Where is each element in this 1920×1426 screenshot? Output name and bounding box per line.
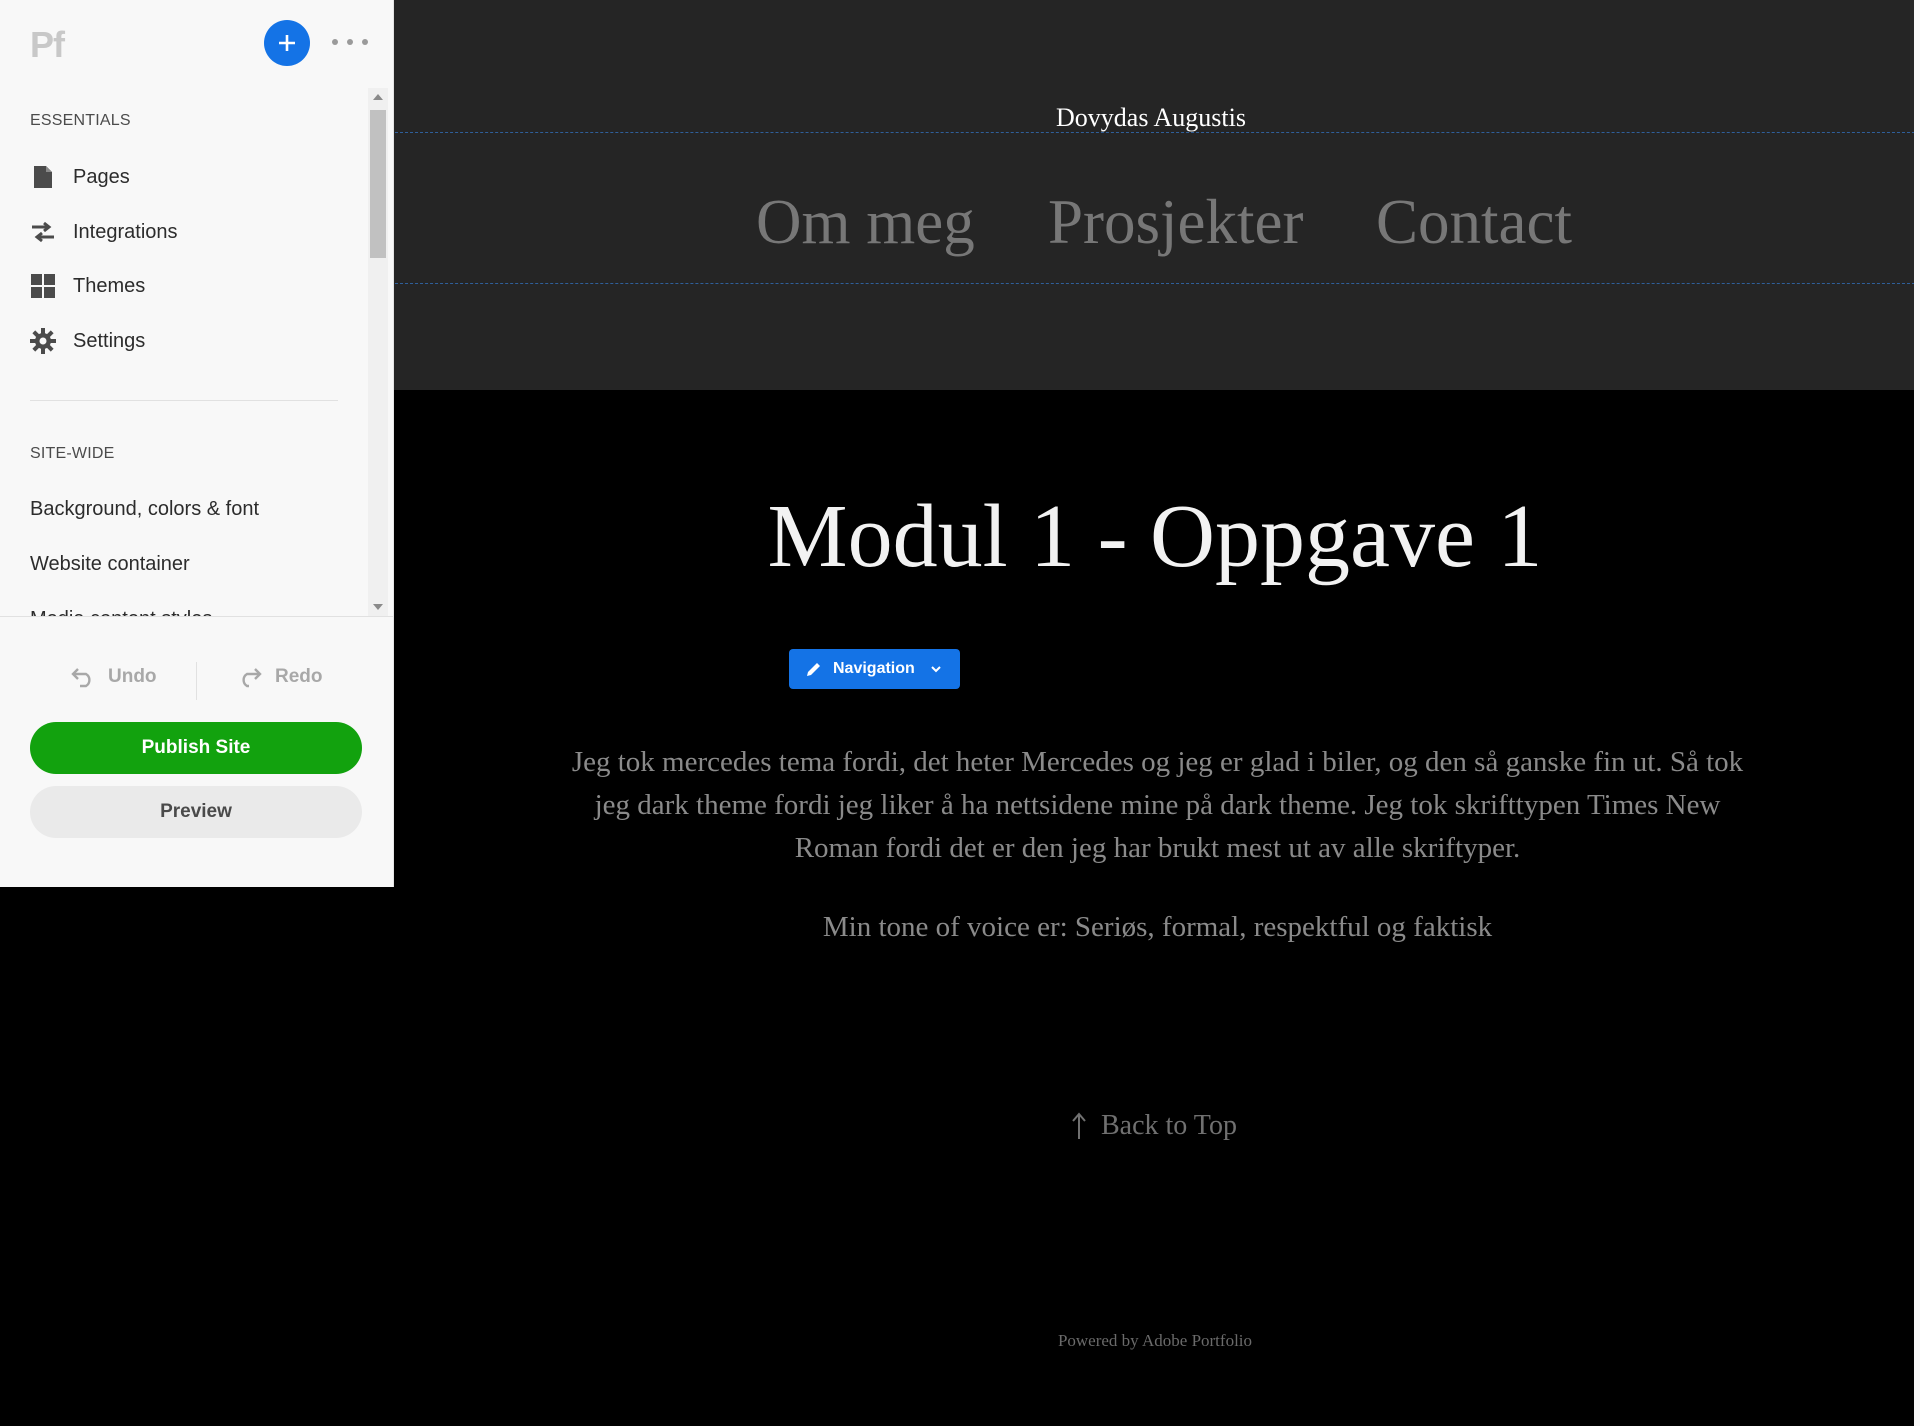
menu-item-label: Themes bbox=[73, 274, 146, 297]
nav-link-om-meg[interactable]: Om meg bbox=[756, 186, 975, 259]
menu-item-settings[interactable]: Settings bbox=[30, 321, 145, 361]
powered-by-footer[interactable]: Powered by Adobe Portfolio bbox=[0, 1331, 1920, 1351]
menu-item-integrations[interactable]: Integrations bbox=[30, 212, 178, 252]
nav-link-contact[interactable]: Contact bbox=[1376, 186, 1572, 259]
dot-icon bbox=[332, 39, 338, 45]
scroll-down-icon[interactable] bbox=[373, 604, 383, 610]
portfolio-logo: Pf bbox=[30, 24, 65, 65]
site-title[interactable]: Dovydas Augustis bbox=[1056, 103, 1246, 133]
menu-item-themes[interactable]: Themes bbox=[30, 266, 145, 306]
menu-item-website-container[interactable]: Website container bbox=[30, 553, 190, 576]
scrollbar-thumb[interactable] bbox=[370, 110, 386, 258]
redo-label: Redo bbox=[275, 666, 323, 687]
editor-scrollbar[interactable] bbox=[368, 88, 388, 616]
menu-item-pages[interactable]: Pages bbox=[30, 157, 130, 197]
undo-label: Undo bbox=[108, 666, 157, 687]
menu-item-media-content-styles[interactable]: Media content styles bbox=[30, 608, 212, 616]
window-edge bbox=[1914, 0, 1920, 1426]
editor-scroll-area[interactable]: ESSENTIALS Pages Integrations Themes Set… bbox=[0, 84, 394, 616]
menu-item-label: Pages bbox=[73, 165, 130, 188]
tone-paragraph: Min tone of voice er: Seriøs, formal, re… bbox=[822, 911, 1493, 943]
publish-site-button[interactable]: Publish Site bbox=[30, 722, 362, 774]
undo-redo-separator bbox=[196, 662, 197, 700]
menu-item-label: Integrations bbox=[73, 220, 178, 243]
navigation-edit-button[interactable]: Navigation bbox=[789, 649, 960, 689]
nav-link-prosjekter[interactable]: Prosjekter bbox=[1048, 186, 1303, 259]
scroll-up-icon[interactable] bbox=[373, 94, 383, 100]
pencil-icon bbox=[807, 663, 820, 676]
add-content-button[interactable] bbox=[264, 20, 310, 66]
redo-button[interactable]: Redo bbox=[237, 666, 323, 688]
menu-item-label: Settings bbox=[73, 329, 146, 352]
themes-icon bbox=[30, 273, 56, 299]
redo-icon bbox=[242, 668, 262, 688]
integrations-icon bbox=[30, 219, 56, 245]
section-divider bbox=[30, 400, 338, 401]
chevron-down-icon bbox=[931, 666, 941, 673]
more-options-button[interactable] bbox=[332, 30, 368, 54]
editor-panel: Pf ESSENTIALS Pages Integrations Themes … bbox=[0, 0, 394, 887]
essentials-section-title: ESSENTIALS bbox=[30, 112, 131, 129]
arrow-up-icon bbox=[1072, 1112, 1086, 1139]
menu-item-background-colors-font[interactable]: Background, colors & font bbox=[30, 498, 259, 521]
plus-icon bbox=[279, 35, 295, 51]
dot-icon bbox=[362, 39, 368, 45]
sitewide-section-title: SITE-WIDE bbox=[30, 445, 115, 462]
intro-paragraph: Jeg tok mercedes tema fordi, det heter M… bbox=[571, 746, 1744, 864]
undo-icon bbox=[71, 668, 91, 688]
back-to-top-link[interactable]: Back to Top bbox=[1071, 1110, 1237, 1142]
gear-icon bbox=[30, 328, 56, 354]
page-icon bbox=[30, 164, 56, 190]
preview-button[interactable]: Preview bbox=[30, 786, 362, 838]
footer-divider bbox=[0, 616, 393, 617]
undo-button[interactable]: Undo bbox=[70, 666, 157, 688]
navigation-edit-label: Navigation bbox=[833, 660, 915, 677]
dot-icon bbox=[347, 39, 353, 45]
back-to-top-label: Back to Top bbox=[1101, 1110, 1237, 1141]
